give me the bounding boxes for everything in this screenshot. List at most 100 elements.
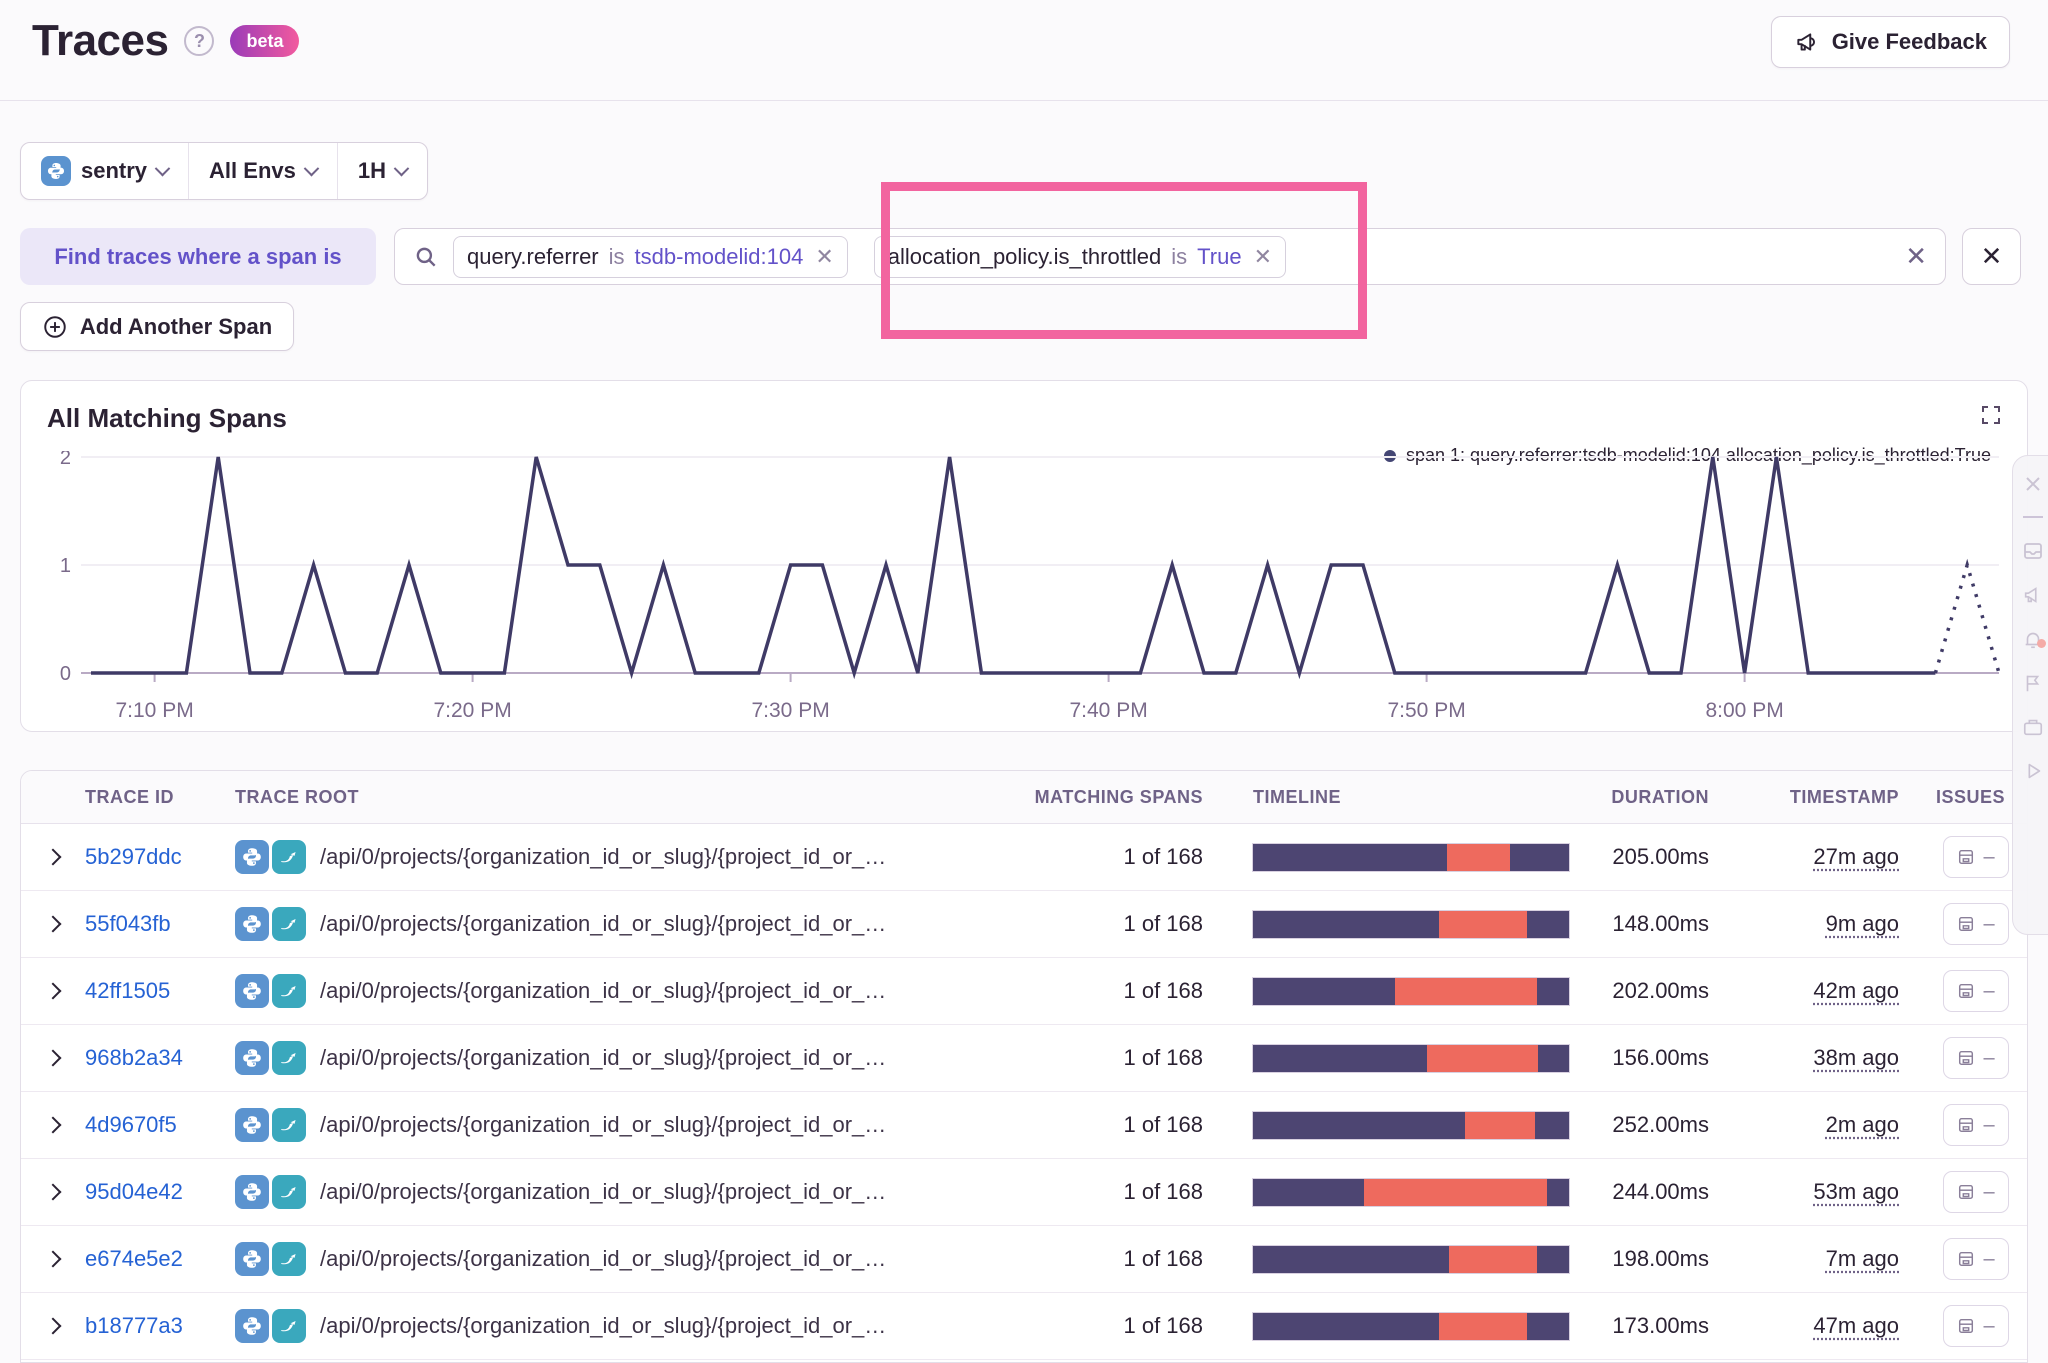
toolbar-divider [2023,516,2043,518]
issues-icon [1957,915,1975,933]
issues-icon [1957,1049,1975,1067]
flag-icon[interactable] [2022,672,2044,694]
issues-button[interactable]: – [1943,903,2009,945]
expand-row-icon[interactable] [21,1119,85,1131]
token-value: True [1197,244,1241,270]
trace-id-link[interactable]: 5b297ddc [85,844,182,869]
issues-icon [1957,982,1975,1000]
token-value: tsdb-modelid:104 [635,244,804,270]
issues-button[interactable]: – [1943,1037,2009,1079]
matching-spans-count: 1 of 168 [1003,1112,1213,1138]
timestamp-value[interactable]: 53m ago [1813,1179,1899,1204]
search-token[interactable]: allocation_policy.is_throttledisTrue✕ [874,236,1286,278]
col-timestamp: TIMESTAMP [1719,787,1909,808]
trace-id-link[interactable]: b18777a3 [85,1313,183,1338]
megaphone-small-icon[interactable] [2022,584,2044,606]
timestamp-value[interactable]: 38m ago [1813,1045,1899,1070]
expand-row-icon[interactable] [21,918,85,930]
dash-icon: – [1983,980,1994,1003]
search-token-list: query.referreristsdb-modelid:104✕allocat… [453,236,1286,278]
remove-span-condition-button[interactable]: ✕ [1962,228,2021,285]
issues-button[interactable]: – [1943,1171,2009,1213]
archive-box-icon[interactable] [2022,716,2044,738]
chevron-down-icon [394,160,410,176]
expand-row-icon[interactable] [21,985,85,997]
duration-value: 252.00ms [1569,1112,1719,1138]
issues-button[interactable]: – [1943,970,2009,1012]
expand-row-icon[interactable] [21,1320,85,1332]
timestamp-value[interactable]: 7m ago [1826,1246,1899,1271]
timeline-bar[interactable] [1253,1313,1569,1340]
matching-spans-count: 1 of 168 [1003,1045,1213,1071]
dash-icon: – [1983,846,1994,869]
project-selector[interactable]: sentry [21,143,188,199]
time-period-selector[interactable]: 1H [337,143,427,199]
alert-bell-icon[interactable] [2022,628,2044,650]
token-key: query.referrer [467,244,599,270]
expand-row-icon[interactable] [21,851,85,863]
svg-text:1: 1 [60,555,71,577]
issues-drawer-icon[interactable] [2022,540,2044,562]
expand-row-icon[interactable] [21,1253,85,1265]
col-issues: ISSUES [1909,787,2027,808]
timeline-bar[interactable] [1253,1045,1569,1072]
platform-icon [272,840,306,874]
col-timeline: TIMELINE [1213,787,1569,808]
platform-icon [272,1242,306,1276]
platform-icon [272,1108,306,1142]
timeline-bar[interactable] [1253,978,1569,1005]
svg-text:7:40 PM: 7:40 PM [1069,699,1147,722]
trace-id-link[interactable]: 95d04e42 [85,1179,183,1204]
issues-button[interactable]: – [1943,1305,2009,1347]
expand-row-icon[interactable] [21,1186,85,1198]
timestamp-value[interactable]: 47m ago [1813,1313,1899,1338]
add-another-span-button[interactable]: Add Another Span [20,302,294,351]
search-clear-icon[interactable]: ✕ [1905,241,1927,272]
environment-selector[interactable]: All Envs [188,143,337,199]
token-remove-icon[interactable]: ✕ [1254,244,1272,270]
python-icon [235,840,269,874]
timeline-bar[interactable] [1253,1112,1569,1139]
dash-icon: – [1983,1114,1994,1137]
megaphone-icon [1794,29,1820,55]
timeline-bar[interactable] [1253,911,1569,938]
trace-id-link[interactable]: 968b2a34 [85,1045,183,1070]
timeline-bar[interactable] [1253,844,1569,871]
python-icon [235,1242,269,1276]
search-token[interactable]: query.referreristsdb-modelid:104✕ [453,236,848,278]
project-icons [235,974,306,1008]
issues-button[interactable]: – [1943,836,2009,878]
timeline-bar[interactable] [1253,1179,1569,1206]
span-search-bar[interactable]: query.referreristsdb-modelid:104✕allocat… [394,228,1946,285]
matching-spans-count: 1 of 168 [1003,1246,1213,1272]
help-icon[interactable]: ? [184,26,214,56]
trace-id-link[interactable]: e674e5e2 [85,1246,183,1271]
page-filter-bar: sentry All Envs 1H [20,142,428,200]
timestamp-value[interactable]: 2m ago [1826,1112,1899,1137]
trace-id-link[interactable]: 55f043fb [85,911,171,936]
play-icon[interactable] [2022,760,2044,782]
python-icon [41,156,71,186]
table-row: 968b2a34/api/0/projects/{organization_id… [21,1025,2027,1092]
timestamp-value[interactable]: 9m ago [1826,911,1899,936]
python-icon [235,974,269,1008]
close-icon[interactable] [2023,474,2043,494]
trace-root-path: /api/0/projects/{organization_id_or_slug… [320,1246,886,1272]
project-icons [235,1309,306,1343]
duration-value: 202.00ms [1569,978,1719,1004]
token-remove-icon[interactable]: ✕ [815,244,833,270]
timeline-bar[interactable] [1253,1246,1569,1273]
issues-button[interactable]: – [1943,1238,2009,1280]
give-feedback-button[interactable]: Give Feedback [1771,16,2010,68]
python-icon [235,1108,269,1142]
col-matching-spans: MATCHING SPANS [1003,787,1213,808]
timestamp-value[interactable]: 42m ago [1813,978,1899,1003]
issues-button[interactable]: – [1943,1104,2009,1146]
spans-line-chart[interactable]: 0127:10 PM7:20 PM7:30 PM7:40 PM7:50 PM8:… [35,451,2015,733]
fullscreen-icon[interactable] [1979,403,2003,427]
duration-value: 156.00ms [1569,1045,1719,1071]
trace-id-link[interactable]: 4d9670f5 [85,1112,177,1137]
timestamp-value[interactable]: 27m ago [1813,844,1899,869]
trace-id-link[interactable]: 42ff1505 [85,978,170,1003]
expand-row-icon[interactable] [21,1052,85,1064]
